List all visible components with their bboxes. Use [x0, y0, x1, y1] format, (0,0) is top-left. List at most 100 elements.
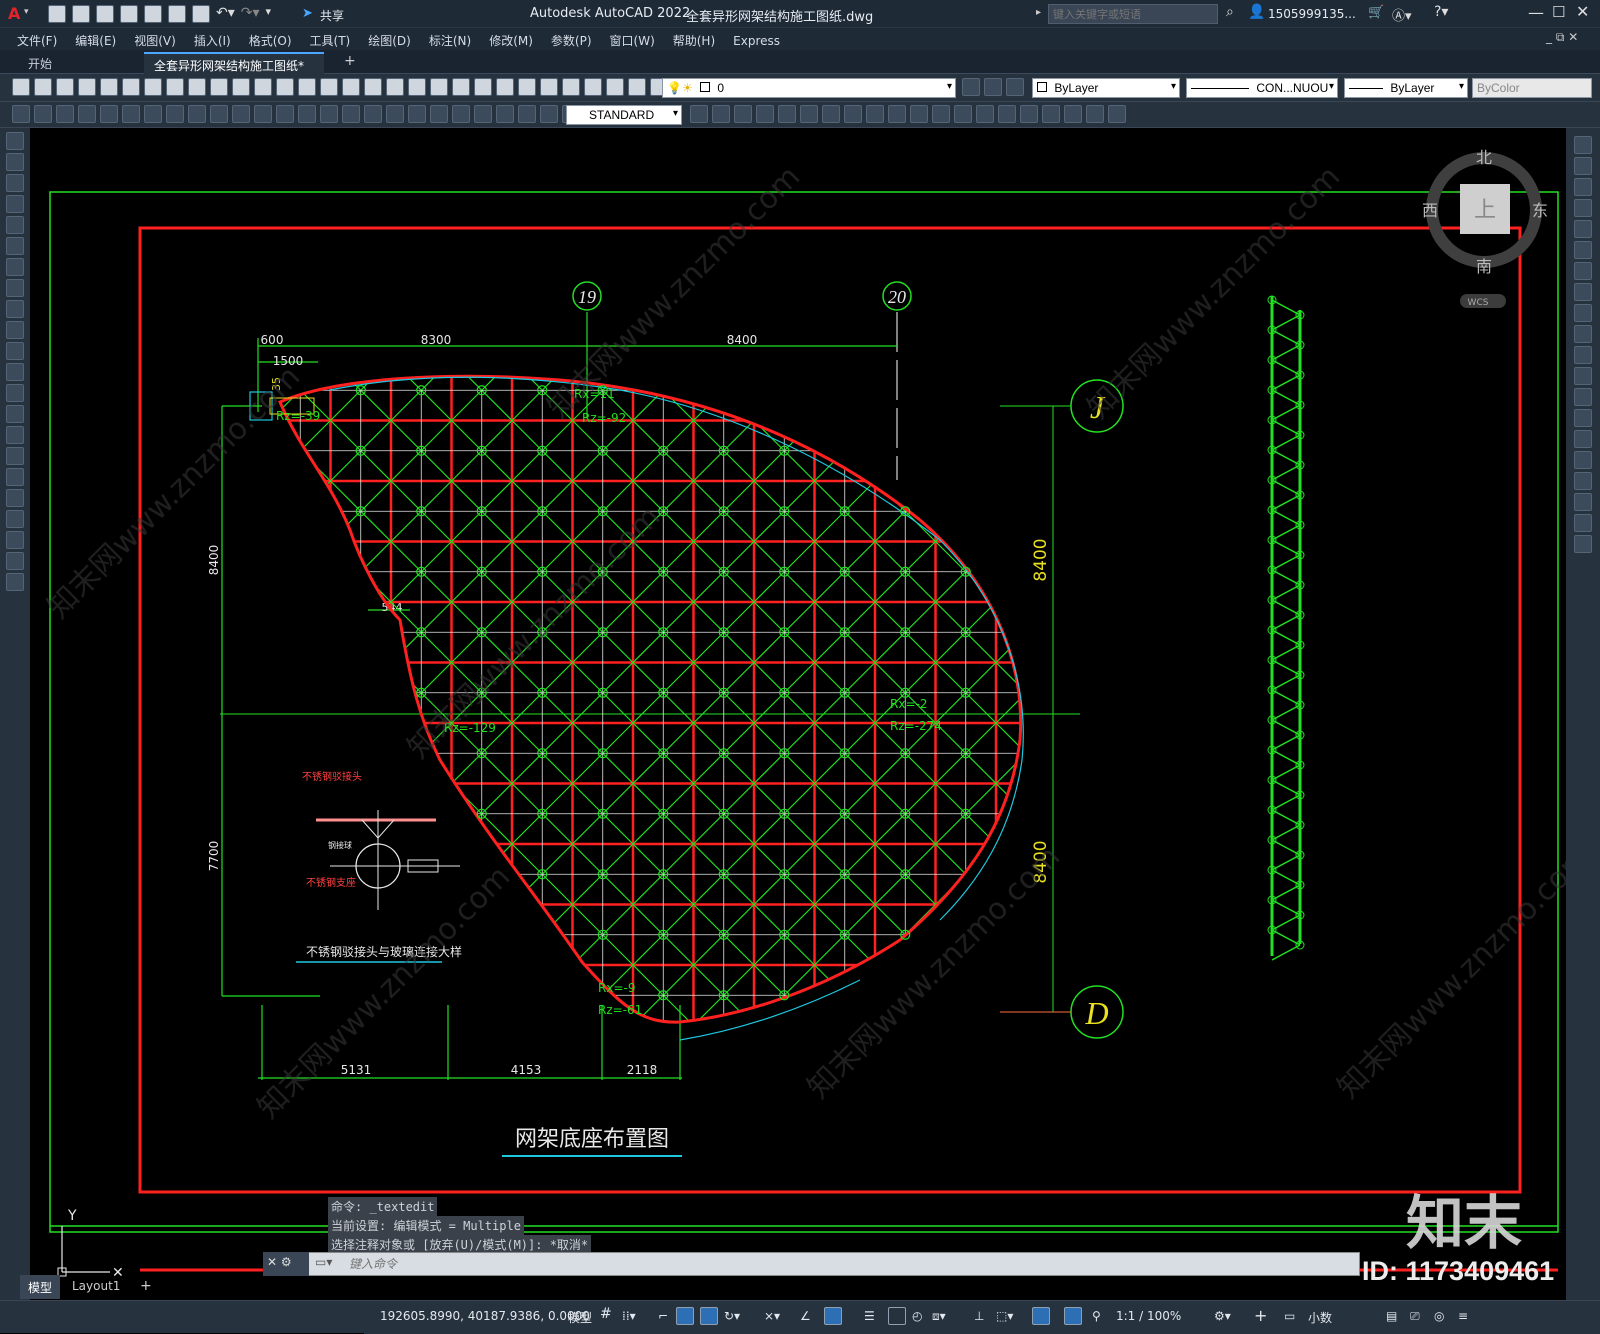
- menu-item-3[interactable]: 插入(I): [185, 29, 240, 52]
- standard-tool-15-icon[interactable]: [342, 78, 360, 96]
- autodesk-app-icon[interactable]: Ⓐ▾: [1392, 5, 1412, 24]
- dimension-tool-21-icon[interactable]: [474, 105, 492, 123]
- view-tool-0-icon[interactable]: [690, 105, 708, 123]
- modify-tool-14-icon[interactable]: [1574, 430, 1592, 448]
- save-web-icon[interactable]: [168, 5, 186, 23]
- units-label[interactable]: 小数: [1308, 1309, 1332, 1326]
- dimension-tool-2-icon[interactable]: [56, 105, 74, 123]
- draw-tool-21-icon[interactable]: [6, 573, 24, 591]
- auto-scale-icon[interactable]: ⚲: [1092, 1309, 1101, 1323]
- open-web-icon[interactable]: [144, 5, 162, 23]
- snap-icon[interactable]: ⁞⁞▾: [622, 1309, 636, 1323]
- isolate-icon[interactable]: ▭: [1284, 1309, 1295, 1323]
- draw-tool-3-icon[interactable]: [6, 195, 24, 213]
- dimension-tool-19-icon[interactable]: [430, 105, 448, 123]
- standard-tool-8-icon[interactable]: [188, 78, 206, 96]
- share-icon[interactable]: ➤: [302, 6, 313, 21]
- undo-icon[interactable]: ↶▾: [216, 5, 235, 23]
- dimension-tool-10-icon[interactable]: [232, 105, 250, 123]
- menu-item-10[interactable]: 窗口(W): [601, 29, 664, 52]
- draw-tool-16-icon[interactable]: [6, 468, 24, 486]
- menu-item-6[interactable]: 绘图(D): [359, 29, 420, 52]
- dimension-tool-6-icon[interactable]: [144, 105, 162, 123]
- workspace-gear-icon[interactable]: ⚙▾: [1214, 1309, 1231, 1323]
- draw-tool-4-icon[interactable]: [6, 216, 24, 234]
- modify-tool-5-icon[interactable]: [1574, 241, 1592, 259]
- draw-tool-8-icon[interactable]: [6, 300, 24, 318]
- save-icon[interactable]: [96, 5, 114, 23]
- draw-tool-2-icon[interactable]: [6, 174, 24, 192]
- help-icon[interactable]: ?▾: [1434, 4, 1448, 20]
- polar-icon[interactable]: ↻▾: [724, 1309, 740, 1323]
- standard-tool-0-icon[interactable]: [12, 78, 30, 96]
- menu-item-7[interactable]: 标注(N): [420, 29, 480, 52]
- tab-model[interactable]: 模型: [20, 1275, 61, 1299]
- command-line[interactable]: ✕ ⚙ ▭▾: [263, 1252, 1360, 1276]
- doc-window-controls-icon[interactable]: _ ⧉ ✕: [1546, 30, 1578, 45]
- isodraft-icon[interactable]: ⨯▾: [764, 1309, 780, 1323]
- standard-tool-24-icon[interactable]: [540, 78, 558, 96]
- draw-tool-15-icon[interactable]: [6, 447, 24, 465]
- modify-tool-17-icon[interactable]: [1574, 493, 1592, 511]
- customize-icon[interactable]: ≡: [1458, 1309, 1468, 1323]
- modify-tool-3-icon[interactable]: [1574, 199, 1592, 217]
- quick-properties-icon[interactable]: ▤: [1386, 1309, 1397, 1323]
- draw-tool-18-icon[interactable]: [6, 510, 24, 528]
- print-icon[interactable]: [192, 5, 210, 23]
- drawing-canvas[interactable]: 19 20 J D 600 8300 8400 1500 35 8400 770…: [30, 128, 1566, 1300]
- clean-screen-icon[interactable]: ◎: [1434, 1309, 1444, 1323]
- standard-tool-27-icon[interactable]: [606, 78, 624, 96]
- standard-tool-28-icon[interactable]: [628, 78, 646, 96]
- standard-tool-2-icon[interactable]: [56, 78, 74, 96]
- standard-tool-21-icon[interactable]: [474, 78, 492, 96]
- dimension-tool-3-icon[interactable]: [78, 105, 96, 123]
- dimension-tool-14-icon[interactable]: [320, 105, 338, 123]
- modify-tool-4-icon[interactable]: [1574, 220, 1592, 238]
- text-style-dropdown[interactable]: STANDARD ▾: [566, 105, 682, 125]
- modify-tool-15-icon[interactable]: [1574, 451, 1592, 469]
- view-tool-5-icon[interactable]: [800, 105, 818, 123]
- annotate-plus-icon[interactable]: +: [1254, 1306, 1267, 1325]
- object-snap-tracking-icon[interactable]: ∠: [800, 1309, 811, 1323]
- dimension-tool-7-icon[interactable]: [166, 105, 184, 123]
- view-tool-2-icon[interactable]: [734, 105, 752, 123]
- modify-tool-18-icon[interactable]: [1574, 514, 1592, 532]
- draw-tool-6-icon[interactable]: [6, 258, 24, 276]
- dimension-tool-12-icon[interactable]: [276, 105, 294, 123]
- view-tool-4-icon[interactable]: [778, 105, 796, 123]
- standard-tool-19-icon[interactable]: [430, 78, 448, 96]
- modify-tool-16-icon[interactable]: [1574, 472, 1592, 490]
- command-input[interactable]: [349, 1255, 1309, 1273]
- viewcube-south[interactable]: 南: [1476, 257, 1492, 276]
- draw-tool-7-icon[interactable]: [6, 279, 24, 297]
- view-tool-10-icon[interactable]: [910, 105, 928, 123]
- plotstyle-dropdown[interactable]: ByColor: [1472, 78, 1592, 98]
- search-input[interactable]: [1048, 4, 1218, 24]
- menu-item-9[interactable]: 参数(P): [542, 29, 601, 52]
- model-space-button[interactable]: 模型: [568, 1309, 592, 1326]
- save-as-icon[interactable]: [120, 5, 138, 23]
- modify-tool-9-icon[interactable]: [1574, 325, 1592, 343]
- ucs-status-icon[interactable]: ⊥: [974, 1309, 984, 1323]
- modify-tool-7-icon[interactable]: [1574, 283, 1592, 301]
- view-tool-14-icon[interactable]: [998, 105, 1016, 123]
- dimension-tool-5-icon[interactable]: [122, 105, 140, 123]
- viewcube-east[interactable]: 东: [1532, 201, 1548, 220]
- modify-tool-2-icon[interactable]: [1574, 178, 1592, 196]
- view-tool-19-icon[interactable]: [1108, 105, 1126, 123]
- standard-tool-26-icon[interactable]: [584, 78, 602, 96]
- search-expand-icon[interactable]: ▸: [1036, 7, 1041, 18]
- modify-tool-13-icon[interactable]: [1574, 409, 1592, 427]
- menu-item-0[interactable]: 文件(F): [8, 29, 66, 52]
- viewcube-north[interactable]: 北: [1476, 148, 1492, 167]
- standard-tool-5-icon[interactable]: [122, 78, 140, 96]
- standard-tool-12-icon[interactable]: [276, 78, 294, 96]
- linetype-dropdown[interactable]: CON...NUOU ▾: [1186, 78, 1338, 98]
- dimension-tool-20-icon[interactable]: [452, 105, 470, 123]
- dimension-tool-16-icon[interactable]: [364, 105, 382, 123]
- modify-tool-0-icon[interactable]: [1574, 136, 1592, 154]
- new-tab-button[interactable]: +: [334, 52, 366, 74]
- view-tool-17-icon[interactable]: [1064, 105, 1082, 123]
- menu-item-1[interactable]: 编辑(E): [66, 29, 125, 52]
- share-button[interactable]: 共享: [320, 7, 344, 24]
